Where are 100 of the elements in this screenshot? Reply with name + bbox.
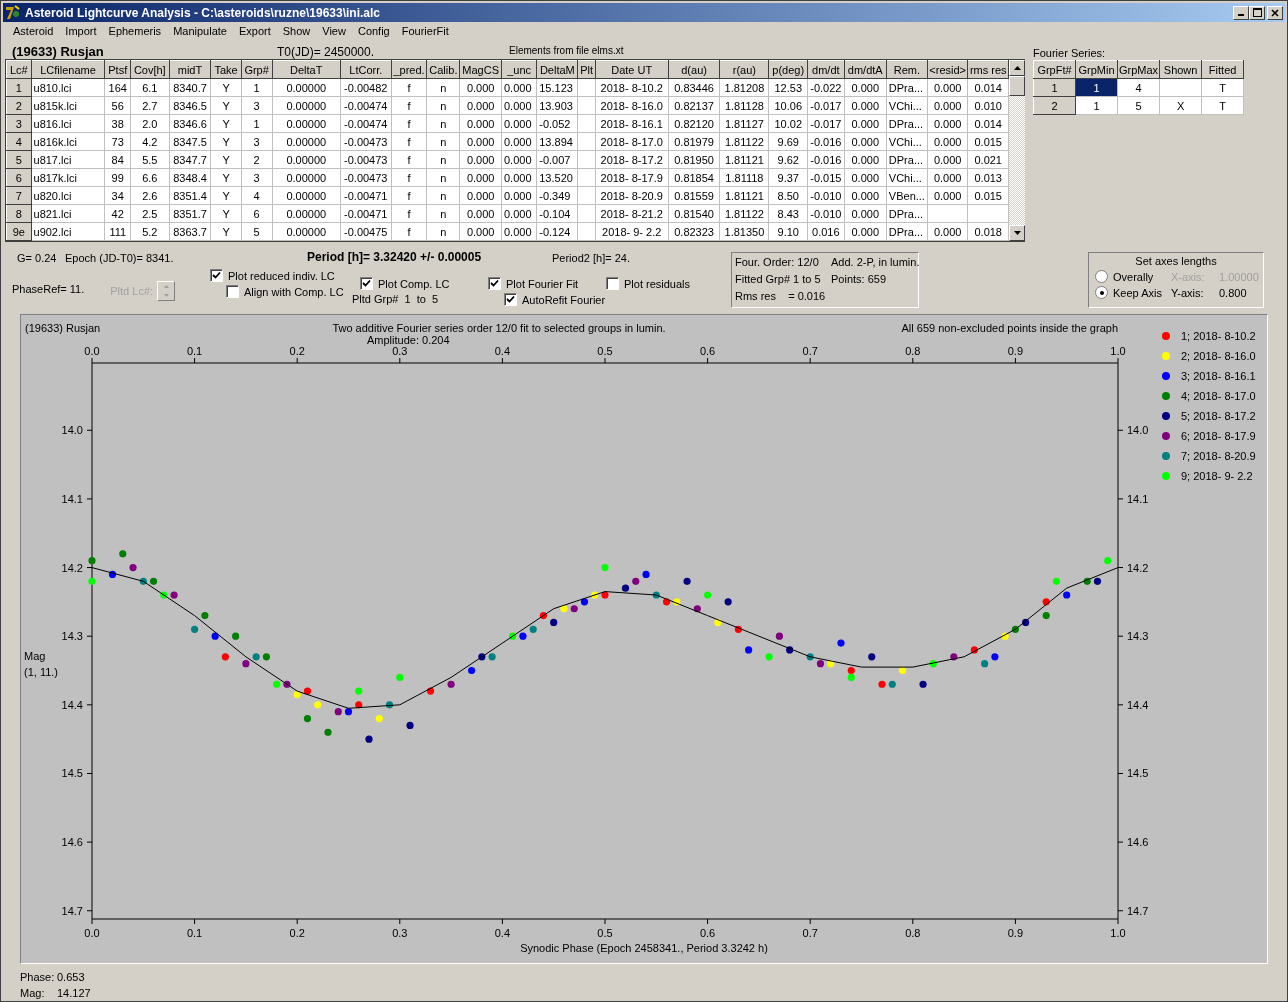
column-header[interactable]: <resid> — [927, 60, 968, 79]
table-cell: 9.62 — [769, 150, 808, 169]
column-header[interactable]: d(au) — [668, 60, 720, 79]
table-cell: 56 — [104, 96, 131, 115]
table-cell: Y — [210, 150, 242, 169]
table-cell: n — [426, 114, 460, 133]
table-cell: -0.052 — [536, 114, 578, 133]
table-cell: -0.010 — [807, 186, 845, 205]
table-cell: 0.81950 — [668, 150, 720, 169]
menu-item[interactable]: Ephemeris — [102, 25, 168, 37]
table-cell: 0.015 — [967, 186, 1009, 205]
table-cell: 0.00000 — [272, 186, 341, 205]
column-header[interactable]: Date UT — [595, 60, 669, 79]
tick-label: 0.0 — [84, 345, 100, 357]
column-header[interactable]: Cov[h] — [130, 60, 170, 79]
column-header[interactable]: rms res — [967, 60, 1009, 79]
table-cell: 0.000 — [844, 132, 887, 151]
table-cell: VChi... — [886, 132, 928, 151]
menu-item[interactable]: Show — [276, 25, 317, 37]
column-header[interactable]: Calib. — [426, 60, 460, 79]
menu-item[interactable]: View — [316, 25, 352, 37]
table-cell: 1 — [241, 78, 273, 97]
column-header[interactable]: Lc# — [6, 60, 31, 79]
tick-label: 1.0 — [1110, 927, 1126, 939]
table-cell: 0.00000 — [272, 204, 341, 223]
column-header[interactable]: GrpMax — [1117, 60, 1160, 79]
table-cell: 0.000 — [927, 222, 968, 241]
radio-label[interactable]: Keep Axis — [1113, 286, 1162, 299]
table-cell: n — [426, 204, 460, 223]
table-cell: n — [426, 222, 460, 241]
checkbox-label[interactable]: Plot residuals — [624, 277, 691, 290]
fourier-series-label: Fourier Series: — [1033, 46, 1107, 59]
column-header[interactable]: Ptsf — [104, 60, 131, 79]
tick-label: 0.8 — [905, 927, 921, 939]
column-header[interactable]: Fitted — [1201, 60, 1244, 79]
table-cell: 3 — [241, 96, 273, 115]
column-header[interactable]: Grp# — [241, 60, 273, 79]
table-cell: 1.81127 — [719, 114, 769, 133]
table-cell: 2018- 8-10.2 — [595, 78, 669, 97]
checkbox-label[interactable]: Plot Comp. LC — [378, 277, 450, 290]
column-header[interactable]: midT — [169, 60, 211, 79]
table-cell: 1.81122 — [719, 204, 769, 223]
pltd-grp-label: Pltd Grp# 1 to 5 — [352, 293, 440, 305]
column-header[interactable]: _unc — [501, 60, 537, 79]
table-cell: 0.00000 — [272, 132, 341, 151]
table-cell: 0.83446 — [668, 78, 720, 97]
column-header[interactable]: r(au) — [719, 60, 769, 79]
column-header[interactable]: dm/dt — [807, 60, 845, 79]
menu-item[interactable]: Manipulate — [167, 25, 233, 37]
menu-item[interactable]: FourierFit — [395, 25, 455, 37]
table-cell: 34 — [104, 186, 131, 205]
column-header[interactable]: LCfilename — [31, 60, 105, 79]
column-header[interactable]: p(deg) — [769, 60, 808, 79]
radio-label[interactable]: Overally — [1113, 270, 1154, 283]
table-cell: 3 — [241, 132, 273, 151]
points-note: All 659 non-excluded points inside the graph — [901, 322, 1118, 334]
column-header[interactable]: GrpFt# — [1033, 60, 1076, 79]
table-cell: -0.022 — [807, 78, 845, 97]
column-header[interactable]: Shown — [1159, 60, 1202, 79]
fit-summary-text: Rms res = 0.016 — [735, 290, 827, 304]
table-cell: Y — [210, 222, 242, 241]
table-cell: 0.00000 — [272, 78, 341, 97]
table-cell: 0.000 — [501, 78, 537, 97]
column-header[interactable]: DeltaM — [536, 60, 578, 79]
table-cell: Y — [210, 186, 242, 205]
table-cell: 9.10 — [769, 222, 808, 241]
column-header[interactable]: dm/dtA — [844, 60, 887, 79]
table-cell: 1 — [241, 114, 273, 133]
checkbox-label[interactable]: Plot Fourier Fit — [506, 277, 579, 290]
table-cell: 15.123 — [536, 78, 578, 97]
tick-label: 0.5 — [597, 345, 613, 357]
table-cell: Y — [210, 78, 242, 97]
checkbox-label[interactable]: Plot reduced indiv. LC — [228, 269, 335, 282]
checkbox-label[interactable]: Align with Comp. LC — [244, 285, 344, 298]
table-cell: -0.010 — [807, 204, 845, 223]
column-header[interactable]: DeltaT — [272, 60, 341, 79]
column-header[interactable]: _pred. — [391, 60, 427, 79]
asteroid-name: (19633) Rusjan — [11, 44, 105, 59]
column-header[interactable]: MagCS — [459, 60, 502, 79]
tick-label: 0.2 — [289, 345, 305, 357]
table-cell: 0.016 — [807, 222, 845, 241]
table-cell: -0.349 — [536, 186, 578, 205]
tick-label: 14.5 — [1127, 767, 1149, 780]
column-header[interactable]: LtCorr. — [340, 60, 392, 79]
table-cell: -0.124 — [536, 222, 578, 241]
column-header[interactable]: Take — [210, 60, 242, 79]
menu-item[interactable]: Import — [59, 25, 103, 37]
tick-label: 0.9 — [1007, 927, 1024, 939]
table-cell: f — [391, 78, 427, 97]
menu-item[interactable]: Asteroid — [7, 25, 60, 37]
menu-item[interactable]: Config — [351, 25, 396, 37]
table-cell: 0.000 — [501, 186, 537, 205]
menu-item[interactable]: Export — [232, 25, 277, 37]
column-header[interactable]: GrpMin — [1075, 60, 1118, 79]
table-cell: 0.000 — [501, 114, 537, 133]
table-cell: 0.000 — [501, 168, 537, 187]
column-header[interactable]: Rem. — [886, 60, 928, 79]
table-cell: -0.017 — [807, 114, 845, 133]
table-cell: 0.00000 — [272, 150, 341, 169]
checkbox-label[interactable]: AutoRefit Fourier — [522, 293, 606, 306]
